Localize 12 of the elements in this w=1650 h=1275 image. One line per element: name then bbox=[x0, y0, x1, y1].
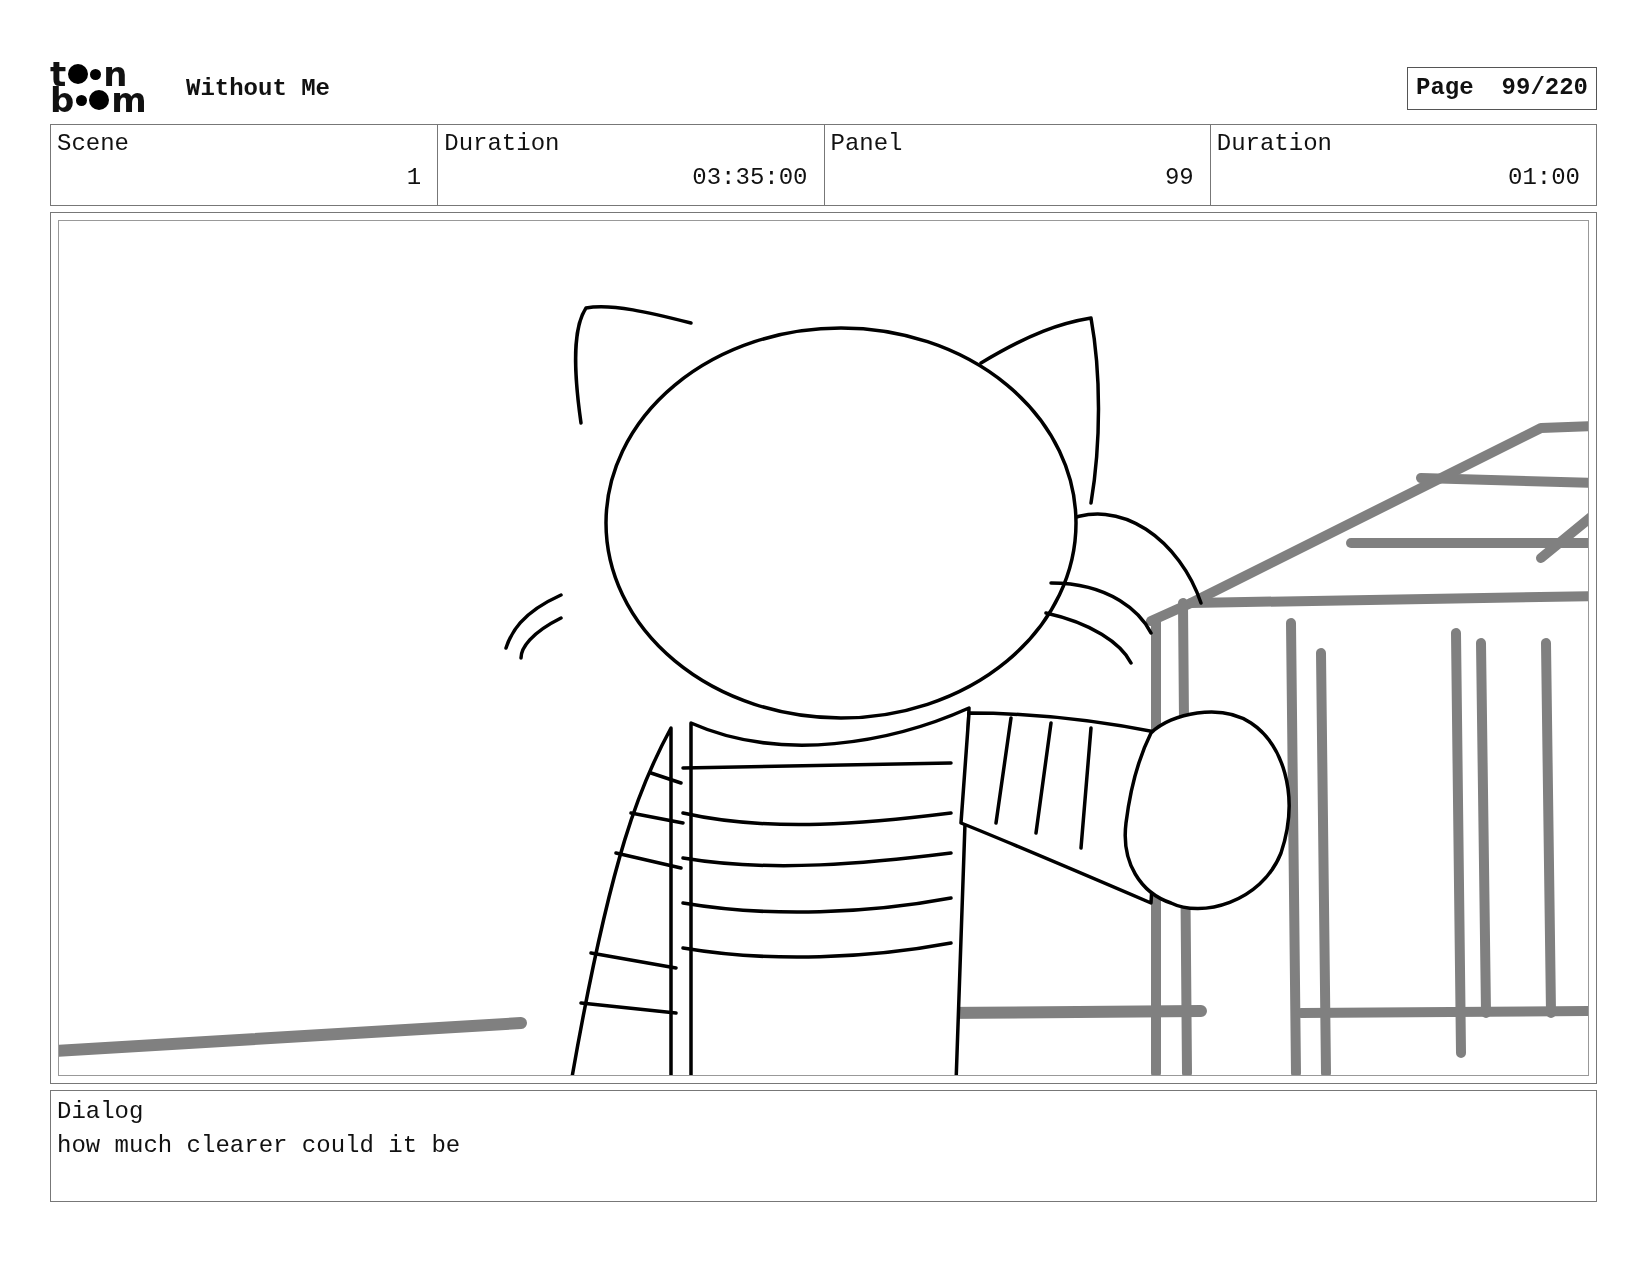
field-value: 99 bbox=[1164, 163, 1194, 193]
storyboard-title: Without Me bbox=[186, 74, 331, 104]
field-label: Scene bbox=[57, 129, 129, 159]
dialog-text: how much clearer could it be bbox=[57, 1131, 462, 1161]
field-label: Duration bbox=[444, 129, 560, 159]
field-label: Duration bbox=[1216, 129, 1332, 159]
field-value: 1 bbox=[406, 163, 422, 193]
field-value: 01:00 bbox=[1508, 163, 1580, 193]
field-label: Panel bbox=[830, 129, 903, 159]
dialog-label: Dialog bbox=[57, 1097, 145, 1127]
page-counter: Page 99/220 bbox=[1407, 66, 1597, 110]
field-value: 03:35:00 bbox=[692, 163, 808, 193]
